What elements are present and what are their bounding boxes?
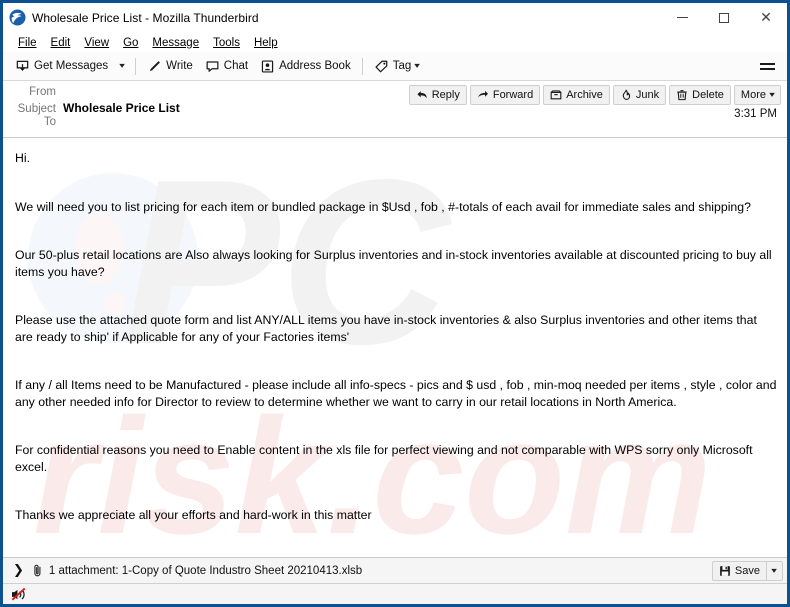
chevron-down-icon: ▾ (769, 90, 775, 99)
toolbar-separator-1 (135, 57, 137, 75)
reply-button[interactable]: Reply (408, 85, 467, 105)
to-label: To (43, 116, 56, 128)
chevron-down-icon: ▾ (771, 565, 778, 575)
forward-button[interactable]: Forward (469, 85, 541, 105)
body-paragraph: Hi. (15, 151, 31, 165)
attachment-label[interactable]: 1 attachment: 1-Copy of Quote Industro S… (49, 565, 362, 577)
pencil-icon (147, 59, 162, 74)
header-row-to: To (9, 116, 781, 131)
forward-label: Forward (492, 89, 534, 101)
menu-view-label: View (84, 36, 110, 49)
body-paragraph: We will need you to list pricing for eac… (15, 199, 751, 214)
blocked-remote-content-icon[interactable] (10, 587, 29, 602)
menu-tools[interactable]: Tools (206, 36, 247, 50)
paperclip-icon (31, 564, 49, 578)
address-book-button[interactable]: Address Book (254, 56, 357, 77)
title-bar: Wholesale Price List - Mozilla Thunderbi… (3, 3, 787, 33)
close-button[interactable]: ✕ (745, 3, 787, 33)
body-paragraph: For confidential reasons you need to Ena… (15, 443, 753, 474)
chat-bubble-icon (205, 59, 220, 74)
attachment-bar: ❯ 1 attachment: 1-Copy of Quote Industro… (3, 557, 787, 583)
junk-label: Junk (635, 89, 660, 101)
chat-button[interactable]: Chat (199, 56, 254, 77)
delete-label: Delete (692, 89, 724, 101)
archive-icon (550, 89, 562, 101)
save-attachment-button[interactable]: Save (711, 560, 766, 581)
more-button[interactable]: More ▾ (733, 85, 781, 105)
body-paragraph: If any / all Items need to be Manufactur… (15, 378, 777, 409)
address-book-label: Address Book (279, 60, 351, 72)
write-label: Write (166, 60, 193, 72)
menu-tools-label: Tools (213, 36, 240, 49)
menu-edit-label: Edit (50, 36, 71, 49)
body-paragraph: Thanks we appreciate all your efforts an… (15, 508, 372, 522)
delete-button[interactable]: Delete (669, 85, 731, 105)
menu-edit[interactable]: Edit (44, 36, 78, 50)
close-icon: ✕ (760, 9, 772, 26)
save-label: Save (734, 564, 760, 577)
menu-go-label: Go (123, 36, 139, 49)
menu-help[interactable]: Help (247, 36, 285, 50)
window-client-area: Wholesale Price List - Mozilla Thunderbi… (3, 3, 787, 604)
tag-button[interactable]: Tag ▾ (368, 56, 426, 77)
chat-label: Chat (223, 60, 249, 72)
get-messages-label: Get Messages (34, 60, 109, 72)
archive-button[interactable]: Archive (543, 85, 610, 105)
menu-help-label: Help (253, 36, 278, 49)
message-body: PC risk.com Hi. We will need you to list… (3, 138, 787, 557)
thunderbird-window: Wholesale Price List - Mozilla Thunderbi… (0, 0, 790, 607)
archive-label: Archive (566, 89, 603, 101)
reply-icon (416, 89, 428, 101)
reply-label: Reply (431, 89, 460, 101)
more-label: More (740, 89, 766, 101)
minimize-icon (676, 17, 688, 18)
email-body-text: Hi. We will need you to list pricing for… (15, 150, 777, 524)
main-toolbar: Get Messages ▾ Write Chat Address Book T… (3, 52, 787, 81)
get-messages-button[interactable]: Get Messages (9, 56, 114, 77)
menu-file-label: File (18, 36, 37, 49)
menu-file[interactable]: File (11, 36, 44, 50)
address-book-icon (260, 59, 275, 74)
status-bar (3, 583, 787, 604)
body-paragraph: Please use the attached quote form and l… (15, 313, 757, 344)
app-menu-button[interactable] (752, 57, 783, 76)
menu-bar: File Edit View Go Message Tools Help (3, 33, 787, 52)
message-header: From Subject Wholesale Price List To Rep… (3, 81, 787, 138)
junk-button[interactable]: Junk (612, 85, 667, 105)
window-controls: ✕ (661, 3, 787, 33)
minimize-button[interactable] (661, 3, 703, 33)
message-time: 3:31 PM (734, 108, 777, 120)
save-disk-icon (719, 565, 731, 577)
chevron-down-icon: ▾ (119, 61, 125, 70)
menu-message[interactable]: Message (145, 36, 206, 50)
trash-icon (676, 89, 688, 101)
chevron-right-icon[interactable]: ❯ (11, 564, 31, 577)
subject-value: Wholesale Price List (63, 101, 180, 115)
save-dropdown-button[interactable]: ▾ (766, 560, 783, 581)
subject-label: Subject (17, 103, 56, 115)
tag-icon (374, 59, 389, 74)
get-messages-dropdown[interactable]: ▾ (114, 59, 130, 73)
toolbar-separator-2 (361, 57, 363, 75)
get-messages-icon (15, 59, 30, 74)
write-button[interactable]: Write (141, 56, 199, 77)
maximize-button[interactable] (703, 3, 745, 33)
hamburger-icon-line (760, 67, 775, 70)
window-title: Wholesale Price List - Mozilla Thunderbi… (32, 10, 259, 25)
forward-icon (477, 89, 489, 101)
menu-message-label: Message (152, 36, 200, 49)
maximize-icon (719, 12, 729, 23)
thunderbird-icon (9, 9, 26, 26)
junk-flame-icon (620, 89, 632, 101)
from-label: From (29, 86, 56, 98)
hamburger-icon-line (760, 62, 775, 65)
menu-view[interactable]: View (77, 36, 116, 50)
menu-go[interactable]: Go (116, 36, 145, 50)
message-action-buttons: Reply Forward Archive Junk Delete More ▾ (408, 85, 781, 105)
tag-label: Tag (392, 60, 412, 72)
chevron-down-icon: ▾ (414, 61, 421, 70)
body-paragraph: Our 50-plus retail locations are Also al… (15, 248, 772, 279)
